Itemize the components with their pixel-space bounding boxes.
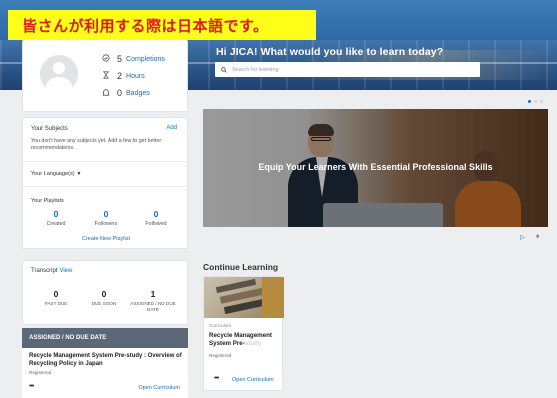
course-title[interactable]: Recycle Management System Pre-study [209,332,281,348]
avatar[interactable] [40,55,78,93]
subjects-card: Your Subjects Add You don't have any sub… [22,117,188,249]
open-curriculum-link[interactable]: Open Curriculum [232,377,274,383]
pause-icon[interactable]: ⏸ [536,233,539,241]
course-status: Registered [209,353,232,358]
playlist-stat-followed[interactable]: 0 Followed [131,209,181,227]
caret-down-icon: ▼ [76,171,82,177]
search-icon [221,66,227,73]
completions-label[interactable]: Completions [126,56,165,63]
course-thumbnail[interactable] [204,277,284,318]
assigned-value: 1 [150,289,156,299]
carousel-slide-text: Equip Your Learners With Essential Profe… [258,162,493,172]
playlist-stat-created[interactable]: 0 Created [31,209,81,227]
hourglass-icon [100,71,112,81]
carousel-dot[interactable] [528,100,531,103]
transcript-title: Transcript View [31,268,72,274]
play-icon[interactable]: ▷ [520,233,525,241]
badge-icon [100,88,112,98]
hours-label[interactable]: Hours [126,73,145,80]
course-card[interactable]: Curriculum Recycle Management System Pre… [203,276,284,391]
divider [23,161,187,162]
search-input[interactable]: Search for learning [215,62,480,77]
assigned-item-status: Registered [29,370,52,375]
promo-carousel[interactable]: Equip Your Learners With Essential Profe… [203,109,548,227]
carousel-dot[interactable] [540,100,543,103]
due-soon-label: DUE SOON [91,301,117,306]
badges-label[interactable]: Badges [126,90,150,97]
carousel-dot[interactable] [534,100,537,103]
playlists-title: Your Playlists [31,198,64,204]
profile-card: 5 Completions 2 Hours 0 Badges [22,40,188,112]
annotation-banner: 皆さんが利用する際は日本語です。 [8,10,316,40]
due-soon-value: 0 [101,289,107,299]
assigned-item-title[interactable]: Recycle Management System Pre-study : Ov… [29,353,184,368]
transcript-stat-past-due[interactable]: 0 PAST DUE [31,289,81,307]
subjects-title: Your Subjects [31,126,68,132]
followers-label: Followers [94,221,118,227]
language-label: Your Language(s) [31,171,75,177]
followed-value: 0 [153,209,159,219]
stat-badges: 0 Badges [100,88,150,98]
carousel-indicators [528,100,543,103]
hero-greeting: Hi JICA! What would you like to learn to… [216,46,444,58]
course-type: Curriculum [209,323,232,328]
created-label: Created [46,221,66,227]
assigned-label: ASSIGNED / NO DUE DATE [130,301,176,312]
transcript-label: Transcript [31,268,58,274]
search-placeholder: Search for learning [232,66,279,73]
assigned-header: ASSIGNED / NO DUE DATE [22,328,188,348]
transcript-view-link[interactable]: View [59,268,72,274]
created-value: 0 [53,209,59,219]
more-options-icon[interactable]: ••• [214,375,219,382]
hours-value: 2 [117,71,123,81]
completions-value: 5 [117,54,123,64]
language-selector[interactable]: Your Language(s) ▼ [31,171,81,177]
followers-value: 0 [103,209,109,219]
stat-hours: 2 Hours [100,71,145,81]
check-circle-icon [100,54,112,64]
assigned-card: ASSIGNED / NO DUE DATE Recycle Managemen… [22,328,188,398]
past-due-value: 0 [53,289,59,299]
transcript-stat-assigned[interactable]: 1 ASSIGNED / NO DUE DATE [128,289,178,312]
playlist-stat-followers[interactable]: 0 Followers [81,209,131,227]
transcript-card: Transcript View 0 PAST DUE 0 DUE SOON 1 A… [22,260,188,325]
create-playlist-link[interactable]: Create New Playlist [23,236,189,242]
transcript-stat-due-soon[interactable]: 0 DUE SOON [79,289,129,307]
open-curriculum-link[interactable]: Open Curriculum [138,385,180,391]
continue-learning-title: Continue Learning [203,262,279,272]
course-title-main: Recycle Management System Pre- [209,332,272,347]
badges-value: 0 [117,88,123,98]
past-due-label: PAST DUE [44,301,68,306]
stat-completions: 5 Completions [100,54,165,64]
course-title-faded: study [244,340,262,347]
divider [23,186,187,187]
subjects-description: You don't have any subjects yet. Add a f… [31,138,162,151]
add-subject-link[interactable]: Add [166,125,177,131]
more-options-icon[interactable]: ••• [29,383,34,390]
followed-label: Followed [145,221,167,227]
